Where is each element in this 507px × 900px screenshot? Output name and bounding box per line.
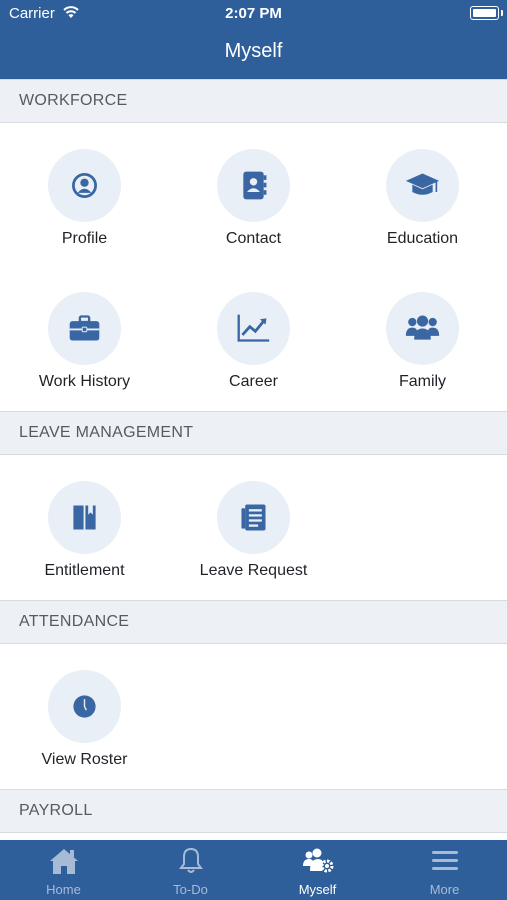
tab-to-do[interactable]: To-Do — [127, 840, 254, 900]
clock-time: 2:07 PM — [225, 5, 282, 22]
family-tile[interactable]: Family — [338, 292, 507, 412]
document-list-icon — [217, 481, 290, 554]
tab-label: Home — [46, 882, 81, 897]
tab-home[interactable]: Home — [0, 840, 127, 900]
tab-label: To-Do — [173, 882, 208, 897]
tile-label: Family — [398, 373, 447, 390]
section-title: WORKFORCE — [19, 92, 128, 109]
home-icon — [50, 849, 78, 874]
work-history-tile[interactable]: Work History — [0, 292, 169, 412]
chart-line-icon — [217, 292, 290, 365]
tile-label: Career — [229, 373, 278, 390]
leave-request-tile[interactable]: Leave Request — [169, 481, 338, 601]
page-title: Myself — [224, 40, 283, 62]
tile-label: View Roster — [41, 751, 128, 768]
users-gear-icon — [303, 848, 334, 873]
section-header-workforce: WORKFORCE — [0, 79, 507, 123]
graduation-cap-icon — [386, 149, 459, 222]
tile-label: Education — [386, 230, 459, 247]
clock-icon — [48, 670, 121, 743]
tab-label: More — [429, 882, 460, 897]
section-title: LEAVE MANAGEMENT — [19, 424, 194, 441]
section-header-attendance: ATTENDANCE — [0, 600, 507, 644]
entitlement-tile[interactable]: Entitlement — [0, 481, 169, 601]
tab-bar: Home To-Do Myself More — [0, 840, 507, 900]
contact-tile[interactable]: Contact — [169, 149, 338, 269]
view-roster-tile[interactable]: View Roster — [0, 670, 169, 790]
section-title: ATTENDANCE — [19, 613, 130, 630]
tile-label: Profile — [61, 230, 108, 247]
education-tile[interactable]: Education — [338, 149, 507, 269]
navigation-bar: Carrier 2:07 PM Myself — [0, 0, 507, 79]
tile-label: Leave Request — [199, 562, 308, 579]
tile-label: Contact — [225, 230, 282, 247]
section-header-payroll: PAYROLL — [0, 789, 507, 833]
tile-label: Work History — [38, 373, 131, 390]
contact-book-icon — [217, 149, 290, 222]
book-icon — [48, 481, 121, 554]
section-title: PAYROLL — [19, 802, 93, 819]
bell-icon — [179, 847, 203, 873]
status-bar: Carrier 2:07 PM — [0, 0, 507, 28]
tab-more[interactable]: More — [381, 840, 507, 900]
users-icon — [386, 292, 459, 365]
profile-tile[interactable]: Profile — [0, 149, 169, 269]
profile-icon — [48, 149, 121, 222]
battery-icon — [470, 6, 503, 20]
tab-myself[interactable]: Myself — [254, 840, 381, 900]
career-tile[interactable]: Career — [169, 292, 338, 412]
section-header-leave-management: LEAVE MANAGEMENT — [0, 411, 507, 455]
briefcase-icon — [48, 292, 121, 365]
menu-icon — [432, 851, 458, 870]
tile-label: Entitlement — [44, 562, 125, 579]
tab-label: Myself — [298, 882, 337, 897]
